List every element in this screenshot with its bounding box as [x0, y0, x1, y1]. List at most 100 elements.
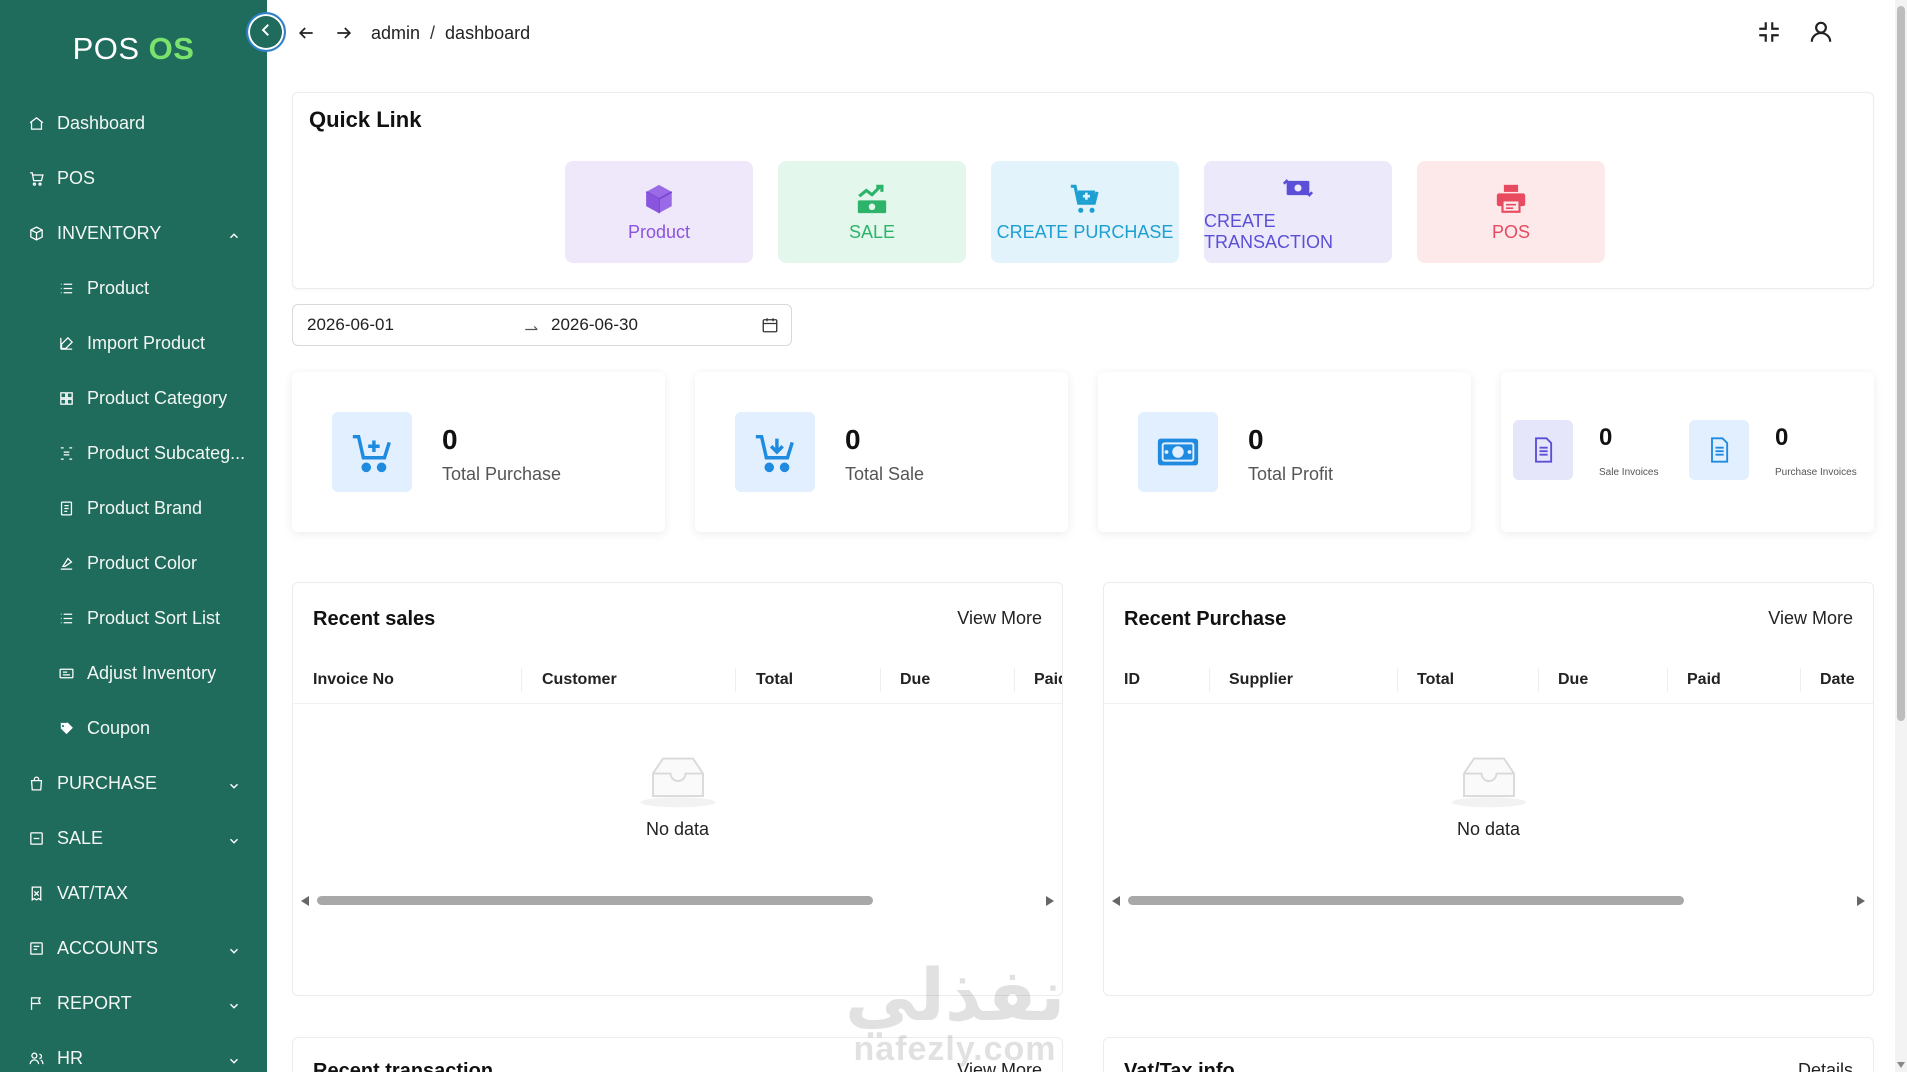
column-id[interactable]: ID [1124, 656, 1140, 704]
cube-icon [645, 184, 673, 213]
sidebar-item-report[interactable]: REPORT [0, 976, 267, 1031]
sidebar-item-label: Import Product [87, 333, 206, 353]
cart-icon [26, 169, 46, 189]
sidebar-item-label: POS [57, 168, 96, 188]
column-due[interactable]: Due [900, 656, 930, 704]
scrollbar-thumb[interactable] [1128, 896, 1684, 905]
scroll-left-arrow-icon[interactable] [1112, 896, 1120, 906]
back-arrow-icon[interactable] [295, 22, 317, 44]
quick-link-label: Product [627, 221, 691, 242]
user-profile-icon[interactable] [1807, 18, 1835, 46]
end-date-input[interactable]: 2026-06-30 [551, 315, 638, 335]
sidebar-collapse-button[interactable] [246, 12, 286, 52]
quick-link-label: CREATE TRANSACTION [1204, 211, 1334, 252]
page-scrollbar[interactable] [1895, 0, 1907, 1072]
sidebar-item-label: INVENTORY [57, 223, 162, 243]
brand-logo[interactable]: POS OS [0, 0, 267, 96]
sale-invoices-value: 0 [1599, 424, 1613, 451]
sidebar-item-purchase[interactable]: PURCHASE [0, 756, 267, 811]
scroll-right-arrow-icon[interactable] [1857, 896, 1865, 906]
accounts-icon [26, 939, 46, 959]
flag-icon [26, 994, 46, 1014]
column-supplier[interactable]: Supplier [1229, 656, 1293, 704]
breadcrumb: admin / dashboard [371, 23, 530, 44]
column-invoice-no[interactable]: Invoice No [313, 656, 394, 704]
quick-link-label: CREATE PURCHASE [996, 221, 1174, 242]
quick-link-product-button[interactable]: Product [565, 161, 753, 263]
calendar-icon[interactable] [761, 316, 779, 334]
forward-arrow-icon[interactable] [333, 22, 355, 44]
recent-transaction-view-more-link[interactable]: View More [957, 1060, 1042, 1072]
sidebar-item-accounts[interactable]: ACCOUNTS [0, 921, 267, 976]
column-customer[interactable]: Customer [542, 656, 617, 704]
sidebar-item-product-brand[interactable]: Product Brand [0, 481, 267, 536]
sidebar-item-dashboard[interactable]: Dashboard [0, 96, 267, 151]
horizontal-scrollbar[interactable] [1112, 893, 1865, 907]
breadcrumb-admin[interactable]: admin [371, 23, 420, 44]
total-sale-label: Total Sale [845, 464, 925, 484]
total-purchase-label: Total Purchase [442, 464, 562, 484]
sidebar-item-product[interactable]: Product [0, 261, 267, 316]
quick-link-create-transaction-button[interactable]: CREATE TRANSACTION [1204, 161, 1392, 263]
recent-purchase-view-more-link[interactable]: View More [1768, 608, 1853, 629]
quick-link-sale-button[interactable]: SALE [778, 161, 966, 263]
sidebar-item-coupon[interactable]: Coupon [0, 701, 267, 756]
users-icon [26, 1049, 46, 1069]
sidebar-item-hr[interactable]: HR [0, 1031, 267, 1072]
horizontal-scrollbar[interactable] [301, 893, 1054, 907]
sidebar-item-label: Product Brand [87, 498, 203, 518]
column-due[interactable]: Due [1558, 656, 1588, 704]
total-profit-label: Total Profit [1248, 464, 1334, 484]
sidebar-item-product-category[interactable]: Product Category [0, 371, 267, 426]
no-data-text: No data [645, 819, 710, 839]
column-total[interactable]: Total [756, 656, 793, 704]
cart-plus-icon [1070, 184, 1099, 213]
chevron-left-icon [257, 21, 275, 44]
column-paid[interactable]: Paid [1034, 656, 1062, 704]
sidebar-item-product-subcategory[interactable]: Product Subcateg... [0, 426, 267, 481]
brand-name-accent: OS [148, 31, 195, 66]
vat-tax-details-link[interactable]: Details [1798, 1060, 1853, 1072]
quick-link-pos-button[interactable]: POS [1417, 161, 1605, 263]
column-total[interactable]: Total [1417, 656, 1454, 704]
sidebar-item-adjust-inventory[interactable]: Adjust Inventory [0, 646, 267, 701]
quick-link-label: POS [1491, 221, 1530, 242]
purchase-invoices-label: Purchase Invoices [1775, 467, 1857, 478]
sale-invoices-label: Sale Invoices [1599, 467, 1659, 478]
scroll-right-arrow-icon[interactable] [1046, 896, 1054, 906]
chevron-down-icon [227, 942, 241, 956]
grid-icon [56, 389, 76, 409]
sidebar-item-product-sort-list[interactable]: Product Sort List [0, 591, 267, 646]
sidebar-item-sale[interactable]: SALE [0, 811, 267, 866]
scroll-down-arrow-icon[interactable] [1897, 1062, 1905, 1068]
adjust-icon [56, 664, 76, 684]
total-purchase-card: 0 Total Purchase [292, 372, 665, 532]
sidebar-item-inventory[interactable]: INVENTORY [0, 206, 267, 261]
money-growth-icon [857, 184, 887, 213]
quick-link-create-purchase-button[interactable]: CREATE PURCHASE [991, 161, 1179, 263]
sidebar-item-label: HR [57, 1048, 83, 1068]
purchase-invoice-icon [1689, 420, 1749, 480]
quick-link-label: SALE [848, 221, 896, 242]
sidebar-item-vat-tax[interactable]: VAT/TAX [0, 866, 267, 921]
scroll-left-arrow-icon[interactable] [301, 896, 309, 906]
chevron-down-icon [227, 1052, 241, 1066]
sidebar-item-product-color[interactable]: Product Color [0, 536, 267, 591]
start-date-input[interactable]: 2026-06-01 [307, 315, 394, 335]
sidebar-item-label: Product Subcateg... [87, 443, 246, 463]
table-header: Invoice No Customer Total Due Paid [293, 656, 1062, 704]
date-range-picker[interactable]: 2026-06-01 2026-06-30 [292, 304, 792, 346]
breadcrumb-separator: / [430, 22, 436, 43]
sidebar-item-import-product[interactable]: Import Product [0, 316, 267, 371]
recent-sales-view-more-link[interactable]: View More [957, 608, 1042, 629]
sidebar-item-pos[interactable]: POS [0, 151, 267, 206]
fullscreen-exit-icon[interactable] [1755, 18, 1783, 46]
scrollbar-thumb[interactable] [317, 896, 873, 905]
scrollbar-thumb[interactable] [1897, 6, 1905, 721]
column-date[interactable]: Date [1820, 656, 1855, 704]
total-profit-value: 0 [1248, 424, 1264, 455]
invoices-card: 0 Sale Invoices 0 Purchase Invoices [1501, 372, 1874, 532]
column-paid[interactable]: Paid [1687, 656, 1721, 704]
quick-link-card: Quick Link Product SALE CREATE PURCHASE … [292, 92, 1874, 289]
list-icon [56, 279, 76, 299]
